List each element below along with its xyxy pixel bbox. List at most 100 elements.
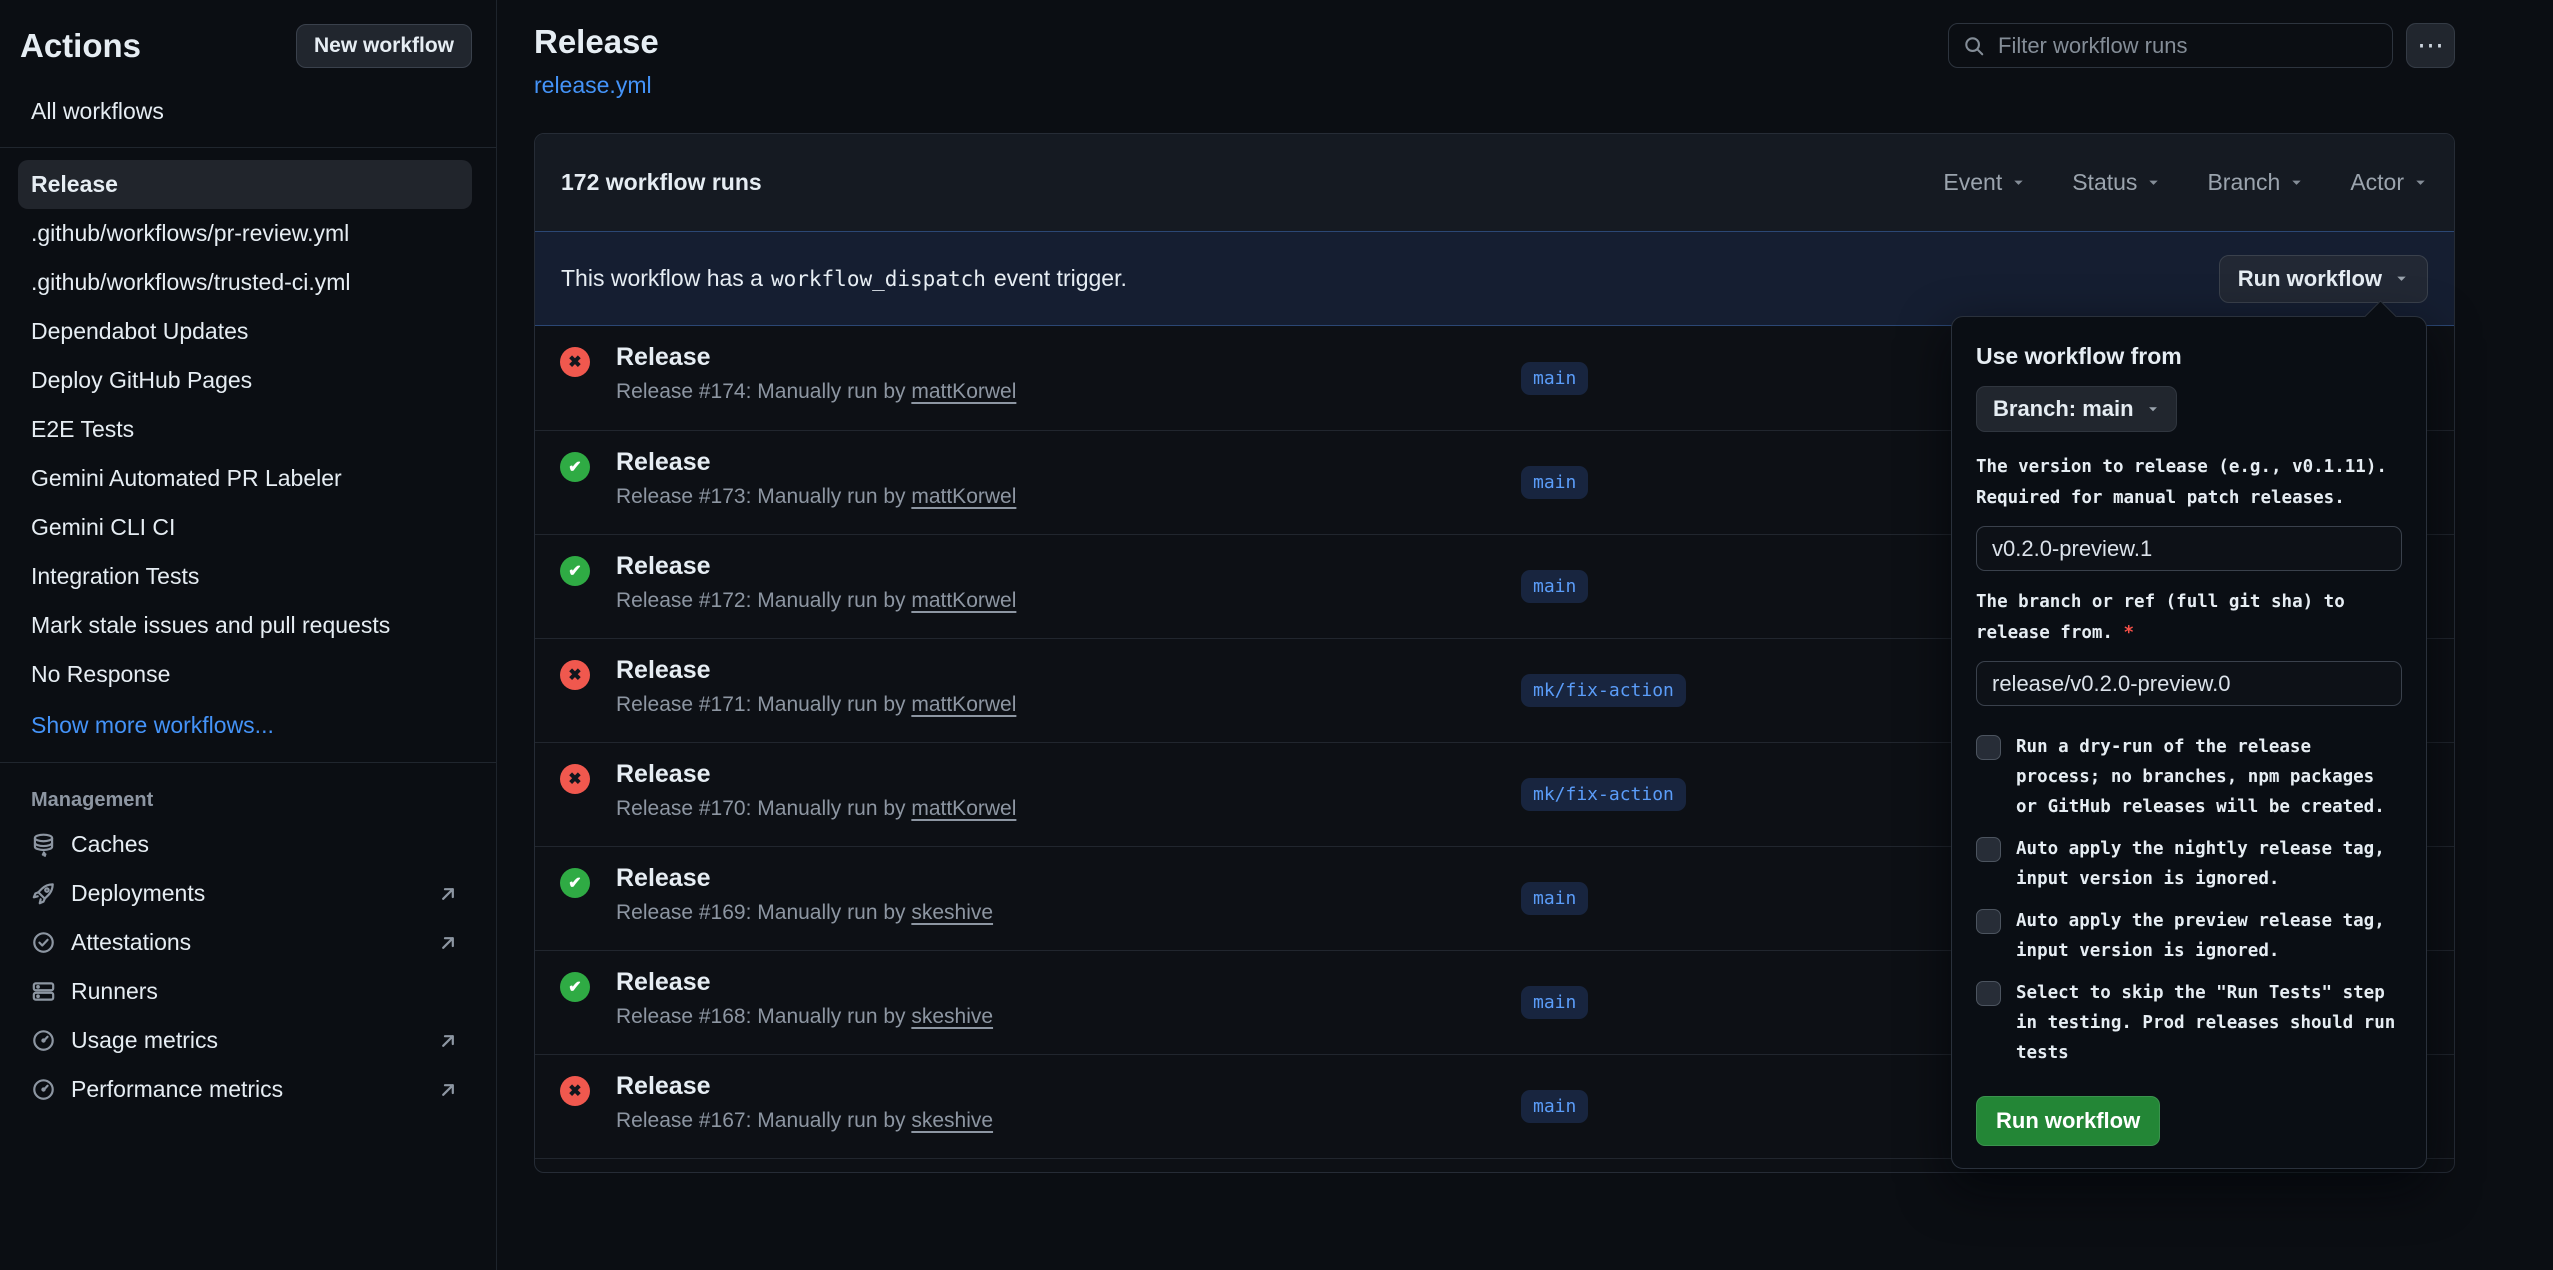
run-actor-link[interactable]: skeshive: [911, 1109, 993, 1132]
branch-badge[interactable]: mk/fix-action: [1521, 778, 1686, 811]
management-item-label: Deployments: [71, 880, 205, 907]
run-actor-link[interactable]: mattKorwel: [911, 380, 1016, 403]
run-workflow-dropdown-label: Run workflow: [2238, 266, 2382, 292]
run-subtitle: Release #173: Manually run by mattKorwel: [616, 483, 1521, 511]
run-workflow-submit-button[interactable]: Run workflow: [1976, 1096, 2160, 1146]
run-title-link[interactable]: Release: [616, 341, 1521, 373]
filter-dropdown-event[interactable]: Event: [1943, 169, 2026, 196]
run-main: ReleaseRelease #174: Manually run by mat…: [616, 341, 1521, 406]
meter-icon: [31, 1028, 56, 1053]
sidebar-item-usage-metrics[interactable]: Usage metrics: [18, 1016, 472, 1065]
run-title-link[interactable]: Release: [616, 550, 1521, 582]
filter-dropdown-status[interactable]: Status: [2072, 169, 2161, 196]
run-workflow-dropdown-button[interactable]: Run workflow: [2219, 255, 2428, 303]
arrow-up-right-icon: [437, 883, 459, 905]
ref-input[interactable]: [1976, 661, 2402, 706]
chevron-down-icon: [2146, 175, 2161, 190]
checkbox[interactable]: [1976, 735, 2001, 760]
run-actor-link[interactable]: mattKorwel: [911, 693, 1016, 716]
branch-badge[interactable]: main: [1521, 570, 1588, 603]
arrow-up-right-icon: [437, 1079, 459, 1101]
management-item-label: Performance metrics: [71, 1076, 283, 1103]
sidebar-item-runners[interactable]: Runners: [18, 967, 472, 1016]
popup-checkbox-row: Auto apply the preview release tag, inpu…: [1976, 906, 2402, 966]
new-workflow-button[interactable]: New workflow: [296, 24, 472, 68]
filter-label: Branch: [2207, 169, 2280, 196]
branch-badge[interactable]: main: [1521, 1090, 1588, 1123]
run-main: Release Release #168: Manually run by ske…: [616, 966, 1521, 1031]
run-subtitle: Release #168: Manually run by skeshive: [616, 1003, 1521, 1031]
run-actor-link[interactable]: skeshive: [911, 901, 993, 924]
run-title-link[interactable]: Release: [616, 446, 1521, 478]
sidebar-item-attestations[interactable]: Attestations: [18, 918, 472, 967]
workflow-dispatch-code: workflow_dispatch: [771, 267, 986, 291]
run-title-link[interactable]: Release: [616, 654, 1521, 686]
sidebar-header: Actions New workflow: [20, 24, 472, 68]
filter-runs-searchbox[interactable]: [1948, 23, 2393, 68]
run-subtitle: Release #167: Manually run by skeshive: [616, 1107, 1521, 1135]
run-title-link[interactable]: Release: [616, 862, 1521, 894]
run-subtitle: Release #171: Manually run by mattKorwel: [616, 691, 1521, 719]
page-title: Release: [534, 23, 659, 61]
arrow-up-right-icon: [437, 932, 459, 954]
checkbox[interactable]: [1976, 837, 2001, 862]
filter-dropdown-actor[interactable]: Actor: [2350, 169, 2428, 196]
sidebar-item-workflow[interactable]: No Response: [18, 650, 472, 699]
sidebar-item-workflow[interactable]: Gemini CLI CI: [18, 503, 472, 552]
filter-workflow-runs-input[interactable]: [1996, 32, 2378, 60]
branch-badge[interactable]: main: [1521, 986, 1588, 1019]
checkbox-label: Select to skip the "Run Tests" step in t…: [2016, 978, 2402, 1068]
branch-badge[interactable]: main: [1521, 466, 1588, 499]
branch-selector-button[interactable]: Branch: main: [1976, 386, 2177, 432]
sidebar-item-caches[interactable]: Caches: [18, 820, 472, 869]
sidebar-item-all-workflows[interactable]: All workflows: [18, 88, 472, 135]
run-actor-link[interactable]: mattKorwel: [911, 589, 1016, 612]
run-main: Release Release #167: Manually run by ske…: [616, 1070, 1521, 1135]
workflow-list: Release.github/workflows/pr-review.yml.g…: [18, 160, 472, 699]
sidebar-item-performance-metrics[interactable]: Performance metrics: [18, 1065, 472, 1114]
page-header: Release release.yml ⋯: [534, 23, 2455, 133]
status-failure-icon: ✖: [560, 660, 590, 690]
server-icon: [31, 979, 56, 1004]
status-failure-icon: ✖: [560, 347, 590, 377]
sidebar-item-workflow[interactable]: Gemini Automated PR Labeler: [18, 454, 472, 503]
sidebar-item-workflow[interactable]: Integration Tests: [18, 552, 472, 601]
sidebar-item-deployments[interactable]: Deployments: [18, 869, 472, 918]
checkbox-label: Auto apply the preview release tag, inpu…: [2016, 906, 2402, 966]
show-more-workflows-link[interactable]: Show more workflows...: [18, 701, 472, 750]
run-title-link[interactable]: Release: [616, 1070, 1521, 1102]
run-actor-link[interactable]: mattKorwel: [911, 797, 1016, 820]
sidebar-item-workflow[interactable]: .github/workflows/pr-review.yml: [18, 209, 472, 258]
sidebar-item-workflow[interactable]: Deploy GitHub Pages: [18, 356, 472, 405]
checkbox[interactable]: [1976, 909, 2001, 934]
popup-checkboxes: Run a dry-run of the release process; no…: [1976, 732, 2402, 1068]
status-failure-icon: ✖: [560, 1076, 590, 1106]
branch-badge[interactable]: main: [1521, 882, 1588, 915]
page-title-block: Release release.yml: [534, 23, 659, 99]
branch-badge[interactable]: mk/fix-action: [1521, 674, 1686, 707]
meter-icon: [31, 1077, 56, 1102]
sidebar-item-workflow[interactable]: .github/workflows/trusted-ci.yml: [18, 258, 472, 307]
sidebar-item-workflow[interactable]: Dependabot Updates: [18, 307, 472, 356]
version-input-description: The version to release (e.g., v0.1.11). …: [1976, 452, 2402, 514]
sidebar-item-workflow[interactable]: Release: [18, 160, 472, 209]
sidebar-item-workflow[interactable]: E2E Tests: [18, 405, 472, 454]
popup-heading: Use workflow from: [1976, 343, 2402, 370]
checkbox[interactable]: [1976, 981, 2001, 1006]
sidebar-divider: [0, 147, 496, 148]
run-title-link[interactable]: Release: [616, 758, 1521, 790]
workflow-options-kebab-button[interactable]: ⋯: [2406, 23, 2455, 68]
banner-text-after: event trigger.: [994, 265, 1127, 291]
chevron-down-icon: [2146, 402, 2160, 416]
version-input[interactable]: [1976, 526, 2402, 571]
run-actor-link[interactable]: mattKorwel: [911, 485, 1016, 508]
filter-dropdown-branch[interactable]: Branch: [2207, 169, 2304, 196]
page-header-actions: ⋯: [1948, 23, 2455, 68]
run-actor-link[interactable]: skeshive: [911, 1005, 993, 1028]
branch-badge[interactable]: main: [1521, 362, 1588, 395]
runs-panel-header: 172 workflow runs EventStatusBranchActor: [535, 134, 2454, 231]
run-title-link[interactable]: Release: [616, 966, 1521, 998]
sidebar-item-workflow[interactable]: Mark stale issues and pull requests: [18, 601, 472, 650]
chevron-down-icon: [2289, 175, 2304, 190]
workflow-file-link[interactable]: release.yml: [534, 72, 659, 99]
